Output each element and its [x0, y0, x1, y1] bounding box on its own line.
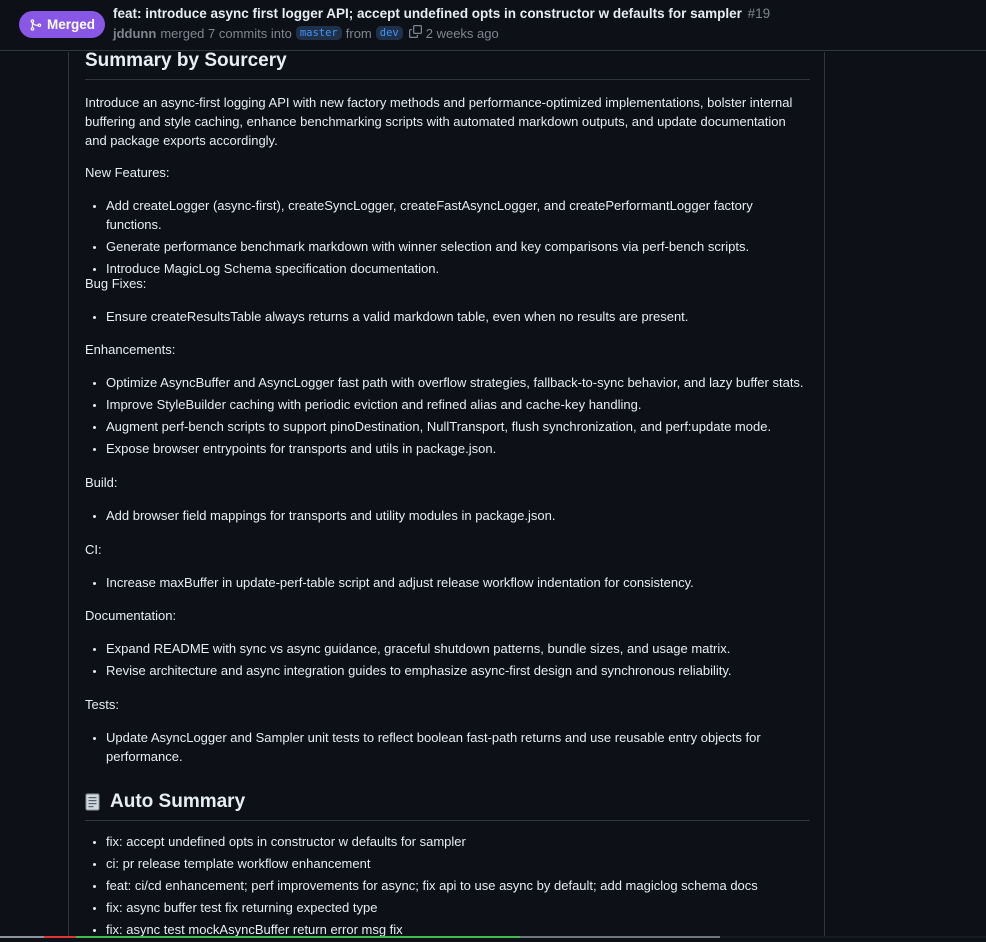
section-label-tests: Tests:: [85, 697, 119, 712]
list-item: Optimize AsyncBuffer and AsyncLogger fas…: [106, 373, 804, 392]
section-label-documentation: Documentation:: [85, 608, 177, 623]
pr-title-text: feat: introduce async first logger API; …: [113, 6, 742, 21]
merged-state-badge: Merged: [19, 11, 105, 38]
section-label-ci: CI:: [85, 542, 102, 557]
from-text: from: [345, 25, 372, 41]
list-item: ci: pr release template workflow enhance…: [106, 854, 758, 873]
list-item: Generate performance benchmark markdown …: [106, 237, 810, 256]
list-item: Improve StyleBuilder caching with period…: [106, 395, 804, 414]
list-documentation: Expand README with sync vs async guidanc…: [85, 639, 732, 683]
copy-icon[interactable]: [408, 25, 422, 41]
auto-summary-heading: Auto Summary: [85, 791, 810, 821]
list-item: Introduce MagicLog Schema specification …: [106, 259, 810, 278]
list-item: Add createLogger (async-first), createSy…: [106, 196, 810, 234]
list-new-features: Add createLogger (async-first), createSy…: [85, 196, 810, 281]
section-label-new-features: New Features:: [85, 165, 170, 180]
list-item: Augment perf-bench scripts to support pi…: [106, 417, 804, 436]
list-item: fix: accept undefined opts in constructo…: [106, 832, 758, 851]
list-item: Update AsyncLogger and Sampler unit test…: [106, 728, 806, 766]
git-merge-icon: [29, 18, 42, 32]
list-item: fix: async buffer test fix returning exp…: [106, 898, 758, 917]
list-enhancements: Optimize AsyncBuffer and AsyncLogger fas…: [85, 373, 804, 461]
list-item: Increase maxBuffer in update-perf-table …: [106, 573, 694, 592]
auto-summary-title: Auto Summary: [110, 791, 246, 812]
section-label-enhancements: Enhancements:: [85, 342, 176, 357]
pr-sticky-header: Merged feat: introduce async first logge…: [0, 0, 986, 51]
base-branch[interactable]: master: [295, 26, 342, 40]
author-link[interactable]: jddunn: [113, 26, 156, 41]
list-item: Revise architecture and async integratio…: [106, 661, 732, 680]
section-label-build: Build:: [85, 475, 118, 490]
merge-time: 2 weeks ago: [425, 25, 499, 41]
list-ci: Increase maxBuffer in update-perf-table …: [85, 573, 694, 595]
page-document-icon: [85, 793, 101, 811]
head-branch[interactable]: dev: [375, 26, 403, 40]
list-bug-fixes: Ensure createResultsTable always returns…: [85, 307, 688, 329]
summary-heading: Summary by Sourcery: [85, 50, 810, 80]
pr-meta: jddunn merged 7 commits into master from…: [113, 25, 499, 41]
pr-title: feat: introduce async first logger API; …: [113, 6, 913, 21]
section-label-bug-fixes: Bug Fixes:: [85, 276, 147, 291]
list-build: Add browser field mappings for transport…: [85, 506, 555, 528]
list-item: Expose browser entrypoints for transport…: [106, 439, 804, 458]
list-item: Add browser field mappings for transport…: [106, 506, 555, 525]
list-item: Ensure createResultsTable always returns…: [106, 307, 688, 326]
list-auto-summary: fix: accept undefined opts in constructo…: [85, 832, 758, 942]
pr-number: #19: [747, 6, 771, 21]
list-item: feat: ci/cd enhancement; perf improvemen…: [106, 876, 758, 895]
list-item: Expand README with sync vs async guidanc…: [106, 639, 732, 658]
merged-state-label: Merged: [46, 17, 95, 32]
list-tests: Update AsyncLogger and Sampler unit test…: [85, 728, 806, 769]
summary-intro: Introduce an async-first logging API wit…: [85, 95, 793, 148]
merged-text: merged 7 commits into: [160, 25, 292, 41]
